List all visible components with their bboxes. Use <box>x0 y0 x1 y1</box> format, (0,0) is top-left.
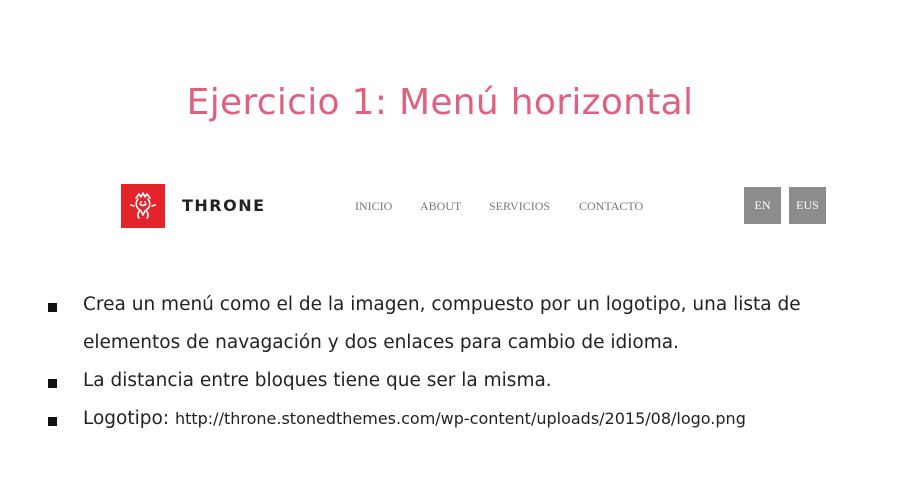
square-bullet-icon <box>48 303 57 312</box>
list-item-text: Logotipo: http://throne.stonedthemes.com… <box>83 400 873 438</box>
slide-title: Ejercicio 1: Menú horizontal <box>186 82 694 123</box>
menu-item-contacto[interactable]: CONTACTO <box>579 199 643 214</box>
menu-item-inicio[interactable]: INICIO <box>355 199 392 214</box>
brand-name: THRONE <box>182 196 266 215</box>
throne-logo-icon[interactable] <box>121 184 165 228</box>
list-item-text: La distancia entre bloques tiene que ser… <box>83 370 552 391</box>
example-navbar: THRONE INICIO ABOUT SERVICIOS CONTACTO E… <box>0 180 905 232</box>
language-button-en[interactable]: EN <box>744 187 781 224</box>
list-item-text: Crea un menú como el de la imagen, compu… <box>83 294 801 353</box>
logo-url-link[interactable]: http://throne.stonedthemes.com/wp-conten… <box>175 409 746 428</box>
logo-label: Logotipo: <box>83 408 175 429</box>
language-button-eus[interactable]: EUS <box>789 187 826 224</box>
square-bullet-icon <box>48 417 57 426</box>
menu-item-about[interactable]: ABOUT <box>420 199 461 214</box>
square-bullet-icon <box>48 379 57 388</box>
menu-item-servicios[interactable]: SERVICIOS <box>489 199 550 214</box>
